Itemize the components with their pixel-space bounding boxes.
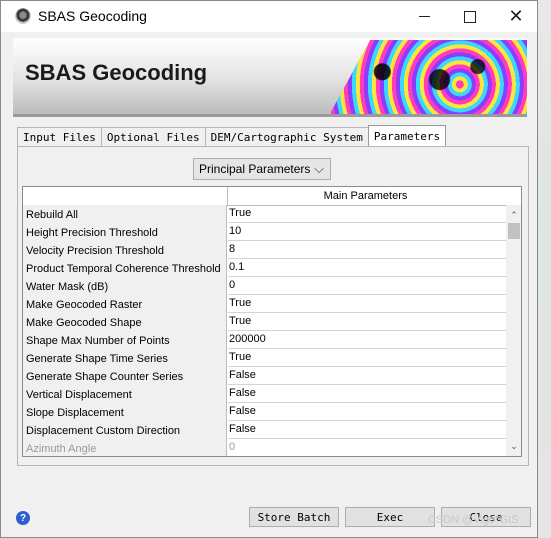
param-name: Product Temporal Coherence Threshold bbox=[23, 259, 227, 277]
scroll-up-icon[interactable]: ⌃ bbox=[506, 207, 521, 223]
parameter-group-select[interactable]: Principal Parameters ⌵ bbox=[193, 158, 331, 180]
param-name: Rebuild All bbox=[23, 205, 227, 223]
parameters-table: Main Parameters Rebuild All True Height … bbox=[22, 186, 522, 457]
param-name: Azimuth Angle bbox=[23, 439, 227, 456]
table-row: Azimuth Angle 0 bbox=[23, 439, 506, 456]
table-rows: Rebuild All True Height Precision Thresh… bbox=[23, 205, 506, 456]
param-name: Displacement Custom Direction bbox=[23, 421, 227, 439]
tab-parameters[interactable]: Parameters bbox=[367, 125, 447, 146]
param-name: Make Geocoded Shape bbox=[23, 313, 227, 331]
param-name: Slope Displacement bbox=[23, 403, 227, 421]
chevron-down-icon: ⌵ bbox=[314, 161, 324, 176]
table-row: Generate Shape Time Series True bbox=[23, 349, 506, 367]
main-parameters-header: Main Parameters bbox=[323, 190, 408, 202]
table-row: Shape Max Number of Points 200000 bbox=[23, 331, 506, 349]
param-value[interactable]: True bbox=[228, 205, 506, 223]
table-header: Main Parameters bbox=[23, 187, 521, 206]
tab-dem-cartographic-system[interactable]: DEM/Cartographic System bbox=[204, 127, 369, 146]
table-row: Make Geocoded Shape True bbox=[23, 313, 506, 331]
table-row: Velocity Precision Threshold 8 bbox=[23, 241, 506, 259]
table-row: Water Mask (dB) 0 bbox=[23, 277, 506, 295]
scrollbar-thumb[interactable] bbox=[508, 223, 520, 239]
param-value[interactable]: False bbox=[228, 367, 506, 385]
close-icon: ✕ bbox=[508, 6, 524, 26]
exec-button[interactable]: Exec bbox=[345, 507, 435, 527]
param-value[interactable]: 0 bbox=[228, 439, 506, 456]
help-icon[interactable]: ? bbox=[16, 511, 30, 525]
param-name: Velocity Precision Threshold bbox=[23, 241, 227, 259]
maximize-button[interactable] bbox=[447, 1, 493, 32]
header-banner: SBAS Geocoding bbox=[13, 38, 527, 117]
maximize-icon bbox=[464, 10, 476, 23]
param-value[interactable]: False bbox=[228, 403, 506, 421]
param-value[interactable]: 8 bbox=[228, 241, 506, 259]
table-row: Product Temporal Coherence Threshold 0.1 bbox=[23, 259, 506, 277]
title-bar: SBAS Geocoding ✕ bbox=[1, 1, 537, 32]
store-batch-button[interactable]: Store Batch bbox=[249, 507, 339, 527]
param-value[interactable]: True bbox=[228, 349, 506, 367]
param-name: Height Precision Threshold bbox=[23, 223, 227, 241]
banner-title: SBAS Geocoding bbox=[25, 60, 208, 85]
table-row: Slope Displacement False bbox=[23, 403, 506, 421]
param-value[interactable]: False bbox=[228, 421, 506, 439]
param-value[interactable]: 10 bbox=[228, 223, 506, 241]
window-title: SBAS Geocoding bbox=[38, 8, 147, 24]
param-value[interactable]: 200000 bbox=[228, 331, 506, 349]
param-value[interactable]: True bbox=[228, 313, 506, 331]
param-value[interactable]: 0.1 bbox=[228, 259, 506, 277]
param-name: Generate Shape Counter Series bbox=[23, 367, 227, 385]
table-row: Rebuild All True bbox=[23, 205, 506, 223]
tab-input-files[interactable]: Input Files bbox=[17, 127, 102, 146]
minimize-button[interactable] bbox=[401, 1, 447, 32]
table-scrollbar[interactable]: ⌃ ⌄ bbox=[506, 205, 521, 456]
name-column-header bbox=[23, 187, 228, 205]
sbas-geocoding-window: SBAS Geocoding ✕ SBAS Geocoding Input Fi… bbox=[0, 0, 538, 538]
interferogram-image bbox=[329, 40, 527, 114]
watermark-text: CSDN @Vigo*GIS bbox=[428, 514, 519, 526]
tab-optional-files[interactable]: Optional Files bbox=[100, 127, 206, 146]
table-row: Height Precision Threshold 10 bbox=[23, 223, 506, 241]
table-row: Make Geocoded Raster True bbox=[23, 295, 506, 313]
param-value[interactable]: True bbox=[228, 295, 506, 313]
parameter-group-selected: Principal Parameters bbox=[199, 162, 311, 176]
param-value[interactable]: 0 bbox=[228, 277, 506, 295]
scroll-down-icon[interactable]: ⌄ bbox=[506, 438, 521, 454]
desktop-background bbox=[538, 0, 551, 538]
param-name: Water Mask (dB) bbox=[23, 277, 227, 295]
param-name: Shape Max Number of Points bbox=[23, 331, 227, 349]
table-row: Generate Shape Counter Series False bbox=[23, 367, 506, 385]
param-name: Make Geocoded Raster bbox=[23, 295, 227, 313]
app-icon bbox=[15, 8, 31, 24]
table-row: Displacement Custom Direction False bbox=[23, 421, 506, 439]
tab-bar: Input Files Optional Files DEM/Cartograp… bbox=[17, 125, 447, 147]
param-name: Vertical Displacement bbox=[23, 385, 227, 403]
window-close-button[interactable]: ✕ bbox=[493, 1, 537, 32]
minimize-icon bbox=[418, 16, 430, 17]
table-row: Vertical Displacement False bbox=[23, 385, 506, 403]
param-value[interactable]: False bbox=[228, 385, 506, 403]
param-name: Generate Shape Time Series bbox=[23, 349, 227, 367]
